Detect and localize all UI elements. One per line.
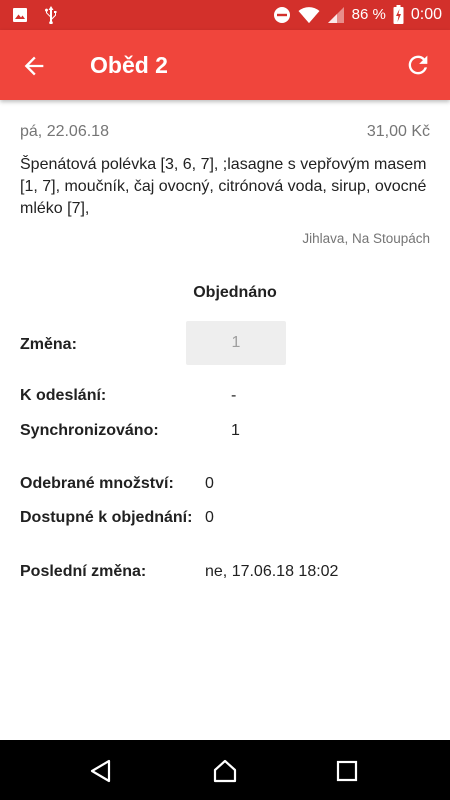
back-arrow-icon[interactable]	[20, 52, 48, 80]
nav-recents-icon[interactable]	[334, 758, 360, 784]
to-send-value: -	[231, 387, 237, 404]
to-send-label: K odeslání:	[20, 387, 107, 404]
meal-price: 31,00 Kč	[366, 123, 430, 140]
change-label: Změna:	[20, 336, 77, 353]
nav-home-icon[interactable]	[212, 758, 238, 784]
synced-value: 1	[231, 422, 240, 439]
do-not-disturb-icon	[273, 6, 291, 24]
usb-icon	[44, 6, 58, 24]
last-change-label: Poslední změna:	[20, 563, 147, 580]
battery-charging-icon	[393, 5, 404, 24]
nav-back-icon[interactable]	[88, 758, 114, 784]
wifi-icon	[298, 6, 320, 24]
taken-value: 0	[205, 475, 214, 492]
signal-icon	[327, 6, 345, 24]
meal-description: Špenátová polévka [3, 6, 7], ;lasagne s …	[20, 156, 427, 217]
order-status: Objednáno	[193, 284, 277, 301]
taken-label: Odebrané množství:	[20, 475, 174, 492]
clock: 0:00	[410, 5, 442, 23]
refresh-icon[interactable]	[404, 51, 432, 79]
available-value: 0	[205, 509, 214, 526]
status-bar: 86 % 0:00	[0, 0, 450, 30]
synced-label: Synchronizováno:	[20, 422, 159, 439]
app-bar: Oběd 2	[0, 30, 450, 100]
change-quantity-input[interactable]: 1	[186, 321, 286, 365]
battery-percent: 86 %	[351, 6, 386, 23]
page-title: Oběd 2	[90, 52, 168, 78]
last-change-value: ne, 17.06.18 18:02	[205, 563, 339, 580]
navigation-bar	[0, 740, 450, 800]
image-icon	[12, 7, 28, 23]
available-label: Dostupné k objednání:	[20, 509, 193, 526]
meal-header: pá, 22.06.18 31,00 Kč	[20, 123, 430, 143]
meal-date: pá, 22.06.18	[20, 123, 109, 140]
meal-place: Jihlava, Na Stoupách	[302, 231, 430, 246]
